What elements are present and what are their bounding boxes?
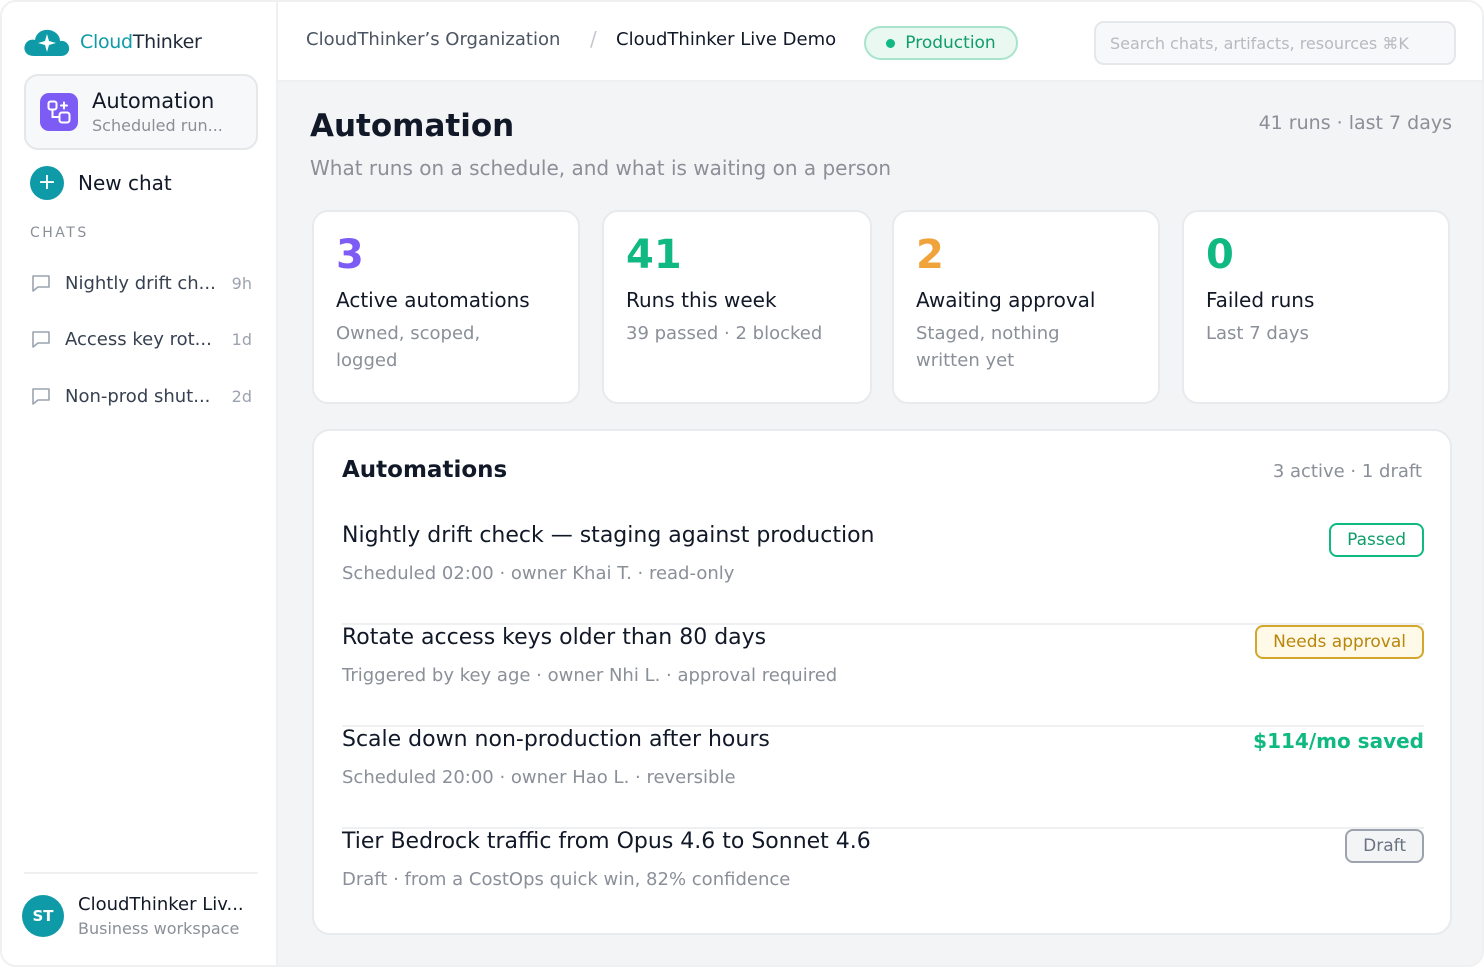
breadcrumb-project[interactable]: CloudThinker Live Demo	[616, 29, 836, 50]
automation-title: Tier Bedrock traffic from Opus 4.6 to So…	[342, 829, 871, 854]
search-input[interactable]: Search chats, artifacts, resources ⌘K	[1094, 21, 1456, 65]
automation-row-scale-down[interactable]: Scale down non-production after hours Sc…	[342, 727, 1424, 829]
chat-list-item[interactable]: Non-prod shut... 2d	[30, 381, 252, 411]
stat-value: 41	[626, 232, 682, 278]
workspace-switcher[interactable]: ST CloudThinker Liv... Business workspac…	[22, 894, 244, 938]
automation-row-drift-check[interactable]: Nightly drift check — staging against pr…	[342, 523, 1424, 625]
sidebar-item-automation[interactable]: Automation Scheduled run...	[24, 74, 258, 150]
automations-panel: Automations 3 active · 1 draft Nightly d…	[312, 429, 1452, 935]
chat-title: Access key rot...	[65, 328, 212, 350]
chat-list-item[interactable]: Nightly drift ch... 9h	[30, 268, 252, 298]
sidebar-item-label: Automation	[92, 89, 215, 113]
sidebar-divider	[24, 872, 258, 874]
cloud-sparkle-icon	[24, 29, 70, 56]
stat-card-runs-this-week[interactable]: 41 Runs this week 39 passed · 2 blocked	[602, 210, 872, 404]
chat-time: 2d	[231, 386, 252, 406]
stat-card-awaiting-approval[interactable]: 2 Awaiting approval Staged, nothing writ…	[892, 210, 1160, 404]
breadcrumb-separator: /	[590, 27, 597, 51]
app-window: CloudThinker Automation Scheduled run...…	[0, 0, 1484, 967]
sidebar-item-sublabel: Scheduled run...	[92, 116, 223, 135]
automation-details: Scheduled 20:00 · owner Hao L. · reversi…	[342, 767, 736, 788]
automations-panel-title: Automations	[342, 457, 508, 483]
automation-details: Triggered by key age · owner Nhi L. · ap…	[342, 665, 838, 686]
stat-value: 0	[1206, 232, 1234, 278]
automation-details: Draft · from a CostOps quick win, 82% co…	[342, 869, 791, 890]
new-chat-button[interactable]: + New chat	[30, 166, 172, 200]
main-content: Automation What runs on a schedule, and …	[278, 82, 1482, 965]
stat-label: Awaiting approval	[916, 288, 1096, 312]
automation-row-tier-bedrock[interactable]: Tier Bedrock traffic from Opus 4.6 to So…	[342, 829, 1424, 909]
chat-title: Nightly drift ch...	[65, 272, 216, 294]
workspace-type: Business workspace	[78, 919, 240, 938]
brand-name: CloudThinker	[80, 31, 202, 53]
chat-time: 1d	[231, 329, 252, 349]
stat-description: Last 7 days	[1206, 323, 1309, 344]
stat-description: Staged, nothing written yet	[916, 323, 1060, 371]
page-title: Automation	[310, 108, 515, 144]
new-chat-label: New chat	[78, 171, 172, 195]
chats-section-label: CHATS	[30, 225, 89, 241]
stat-card-failed-runs[interactable]: 0 Failed runs Last 7 days	[1182, 210, 1450, 404]
environment-badge[interactable]: Production	[864, 26, 1018, 60]
chat-bubble-icon	[32, 331, 50, 348]
stat-label: Failed runs	[1206, 288, 1315, 312]
automation-row-rotate-keys[interactable]: Rotate access keys older than 80 days Tr…	[342, 625, 1424, 727]
status-badge-draft: Draft	[1345, 829, 1424, 863]
stat-value: 2	[916, 232, 944, 278]
environment-label: Production	[905, 33, 996, 53]
chat-title: Non-prod shut...	[65, 385, 211, 407]
automations-panel-count: 3 active · 1 draft	[1272, 461, 1422, 482]
page-run-summary: 41 runs · last 7 days	[1258, 112, 1452, 134]
automation-title: Nightly drift check — staging against pr…	[342, 523, 875, 548]
page-subtitle: What runs on a schedule, and what is wai…	[310, 156, 892, 180]
workspace-name: CloudThinker Liv...	[78, 894, 244, 915]
plus-icon: +	[30, 166, 64, 200]
chat-time: 9h	[231, 273, 252, 293]
breadcrumb-organization[interactable]: CloudThinker’s Organization	[306, 29, 560, 50]
status-dot-icon	[886, 38, 896, 48]
automation-title: Scale down non-production after hours	[342, 727, 770, 752]
stat-label: Runs this week	[626, 288, 777, 312]
stat-description: Owned, scoped, logged	[336, 323, 481, 371]
automation-details: Scheduled 02:00 · owner Khai T. · read-o…	[342, 563, 735, 584]
chat-bubble-icon	[32, 388, 50, 405]
stat-card-active-automations[interactable]: 3 Active automations Owned, scoped, logg…	[312, 210, 580, 404]
sidebar: CloudThinker Automation Scheduled run...…	[2, 2, 278, 965]
stat-label: Active automations	[336, 288, 530, 312]
workspace-avatar: ST	[22, 895, 64, 937]
automation-title: Rotate access keys older than 80 days	[342, 625, 767, 650]
status-badge-needs-approval[interactable]: Needs approval	[1255, 625, 1424, 659]
status-badge-passed: Passed	[1329, 523, 1424, 557]
savings-amount: $114/mo saved	[1253, 729, 1424, 753]
stat-value: 3	[336, 232, 364, 278]
chat-list-item[interactable]: Access key rot... 1d	[30, 324, 252, 354]
chat-bubble-icon	[32, 275, 50, 292]
stat-description: 39 passed · 2 blocked	[626, 323, 823, 344]
automation-icon	[40, 93, 78, 131]
top-bar: CloudThinker’s Organization / CloudThink…	[278, 2, 1482, 82]
brand-logo[interactable]: CloudThinker	[22, 26, 202, 58]
